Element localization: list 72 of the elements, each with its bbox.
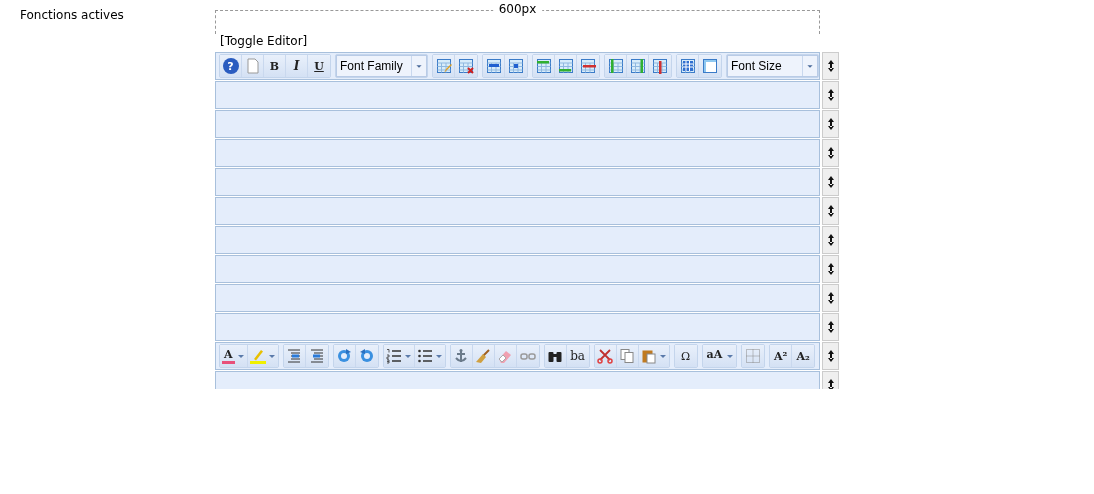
resize-handle[interactable]: [822, 255, 839, 283]
split-button[interactable]: [383, 345, 415, 367]
format-button[interactable]: U: [308, 55, 330, 77]
caret-icon: [267, 352, 276, 360]
frame-icon: [702, 58, 718, 74]
resize-icon: [826, 350, 835, 362]
caret-icon: [726, 352, 735, 360]
resize-icon: [826, 321, 835, 333]
anchor-icon: [453, 348, 470, 364]
resize-icon: [826, 205, 835, 217]
table-delete-icon: [458, 58, 474, 74]
format-button[interactable]: ba: [566, 345, 589, 367]
resize-icon: [826, 379, 835, 389]
resize-handle[interactable]: [822, 197, 839, 225]
grid-icon: [745, 348, 762, 364]
resize-icon: [826, 89, 835, 101]
resize-icon: [826, 60, 835, 72]
resize-icon: [826, 263, 835, 275]
resize-icon: [826, 234, 835, 246]
resize-handle[interactable]: [822, 168, 839, 196]
undo-icon: [358, 348, 375, 364]
resize-handle[interactable]: [822, 313, 839, 341]
resize-handle[interactable]: [822, 81, 839, 109]
toggle-editor-link[interactable]: [Toggle Editor]: [220, 34, 308, 48]
col-before-icon: [607, 58, 624, 74]
resize-handle[interactable]: [822, 52, 839, 80]
row-after-icon: [557, 58, 574, 74]
bullet-list-icon: [416, 348, 433, 364]
resize-icon: [826, 118, 835, 130]
page-icon: [244, 58, 261, 74]
row-before-icon: [535, 58, 552, 74]
indent-icon: [286, 348, 303, 364]
format-button[interactable]: A₂: [792, 345, 815, 367]
width-label: 600px: [492, 1, 543, 17]
table-icon: [679, 58, 696, 74]
format-button[interactable]: Ω: [674, 345, 697, 367]
split-button[interactable]: A: [220, 345, 248, 367]
row-delete-icon: [580, 58, 596, 74]
format-button[interactable]: A²: [770, 345, 793, 367]
format-button[interactable]: B: [264, 55, 286, 77]
caret-icon: [658, 352, 667, 360]
resize-handle[interactable]: [822, 342, 839, 370]
field-label: Fonctions actives: [20, 8, 124, 22]
col-delete-icon: [652, 58, 668, 74]
font-select[interactable]: Font Family: [336, 55, 427, 77]
resize-icon: [826, 147, 835, 159]
resize-icon: [826, 292, 835, 304]
paste-icon: [640, 348, 657, 364]
resize-handle[interactable]: [822, 226, 839, 254]
split-button[interactable]: [638, 345, 669, 367]
resize-handle[interactable]: [822, 139, 839, 167]
caret-icon: [403, 352, 412, 360]
help-button[interactable]: ?: [220, 55, 242, 77]
numbered-list-icon: [385, 348, 402, 364]
split-button[interactable]: aA: [702, 345, 737, 367]
resize-handle[interactable]: [822, 110, 839, 138]
scissors-icon: [597, 348, 614, 364]
font-select[interactable]: Font Size: [727, 55, 818, 77]
table-edit-icon: [435, 58, 452, 74]
toolbar-button[interactable]: [544, 345, 567, 367]
copy-icon: [619, 348, 636, 364]
split-button[interactable]: [414, 345, 445, 367]
outdent-icon: [308, 348, 325, 364]
caret-icon: [434, 352, 443, 360]
redo-icon: [336, 348, 353, 364]
resize-icon: [826, 176, 835, 188]
broom-icon: [475, 348, 492, 364]
eraser-icon: [497, 348, 514, 364]
format-button[interactable]: I: [286, 55, 308, 77]
col-after-icon: [629, 58, 646, 74]
resize-handle[interactable]: [822, 284, 839, 312]
caret-icon: [236, 352, 245, 360]
